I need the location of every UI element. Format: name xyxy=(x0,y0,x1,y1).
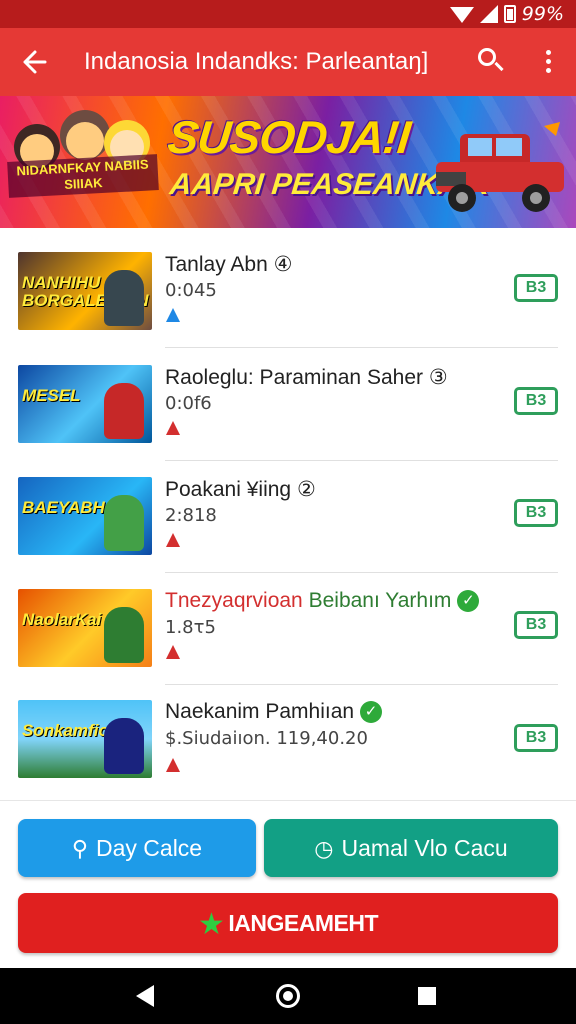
game-thumbnail: Sonkamfion xyxy=(18,700,152,778)
game-thumbnail: NaolarKai xyxy=(18,589,152,667)
battery-percent: 99% xyxy=(521,3,564,25)
day-calc-button[interactable]: ⚲ Day Calce xyxy=(18,819,256,877)
uamal-button[interactable]: ◷ Uamal Vlo Cacu xyxy=(264,819,558,877)
tag-icon xyxy=(166,533,180,547)
search-icon[interactable] xyxy=(474,44,510,80)
item-subtitle: $.Siudaiıon. 119,40.20 xyxy=(165,728,368,749)
page-title: Indanosia Indandks: Parleantaŋ] xyxy=(84,48,429,75)
list-item[interactable]: NaolarKai Tnezyaqrvioan Beibanı Yarhım ✓ … xyxy=(0,573,576,685)
item-badge[interactable]: B3 xyxy=(514,724,558,752)
tag-icon xyxy=(166,758,180,772)
item-badge[interactable]: B3 xyxy=(514,611,558,639)
wifi-icon xyxy=(449,7,474,23)
item-subtitle: 1.8τ5 xyxy=(165,617,216,638)
verified-check-icon: ✓ xyxy=(360,701,383,724)
back-arrow-icon[interactable] xyxy=(14,42,54,82)
list-item[interactable]: NANHIHU BORGALEARIN Tanlay Abn ④ 0:045 B… xyxy=(0,236,576,348)
item-subtitle: 0:045 xyxy=(165,280,217,301)
item-title: Tanlay Abn ④ xyxy=(165,253,293,276)
item-title: Raoleglu: Paraminan Saher ③ xyxy=(165,366,448,389)
item-badge[interactable]: B3 xyxy=(514,274,558,302)
star-icon: ★ xyxy=(197,908,225,941)
item-subtitle: 2:818 xyxy=(165,505,217,526)
battery-icon xyxy=(503,5,516,23)
item-title: Poakani ¥iing ② xyxy=(165,478,316,501)
system-nav-bar xyxy=(0,968,576,1024)
nav-home-icon[interactable] xyxy=(276,984,300,1008)
list-item[interactable]: BAEYABHOIN Poakani ¥iing ② 2:818 B3 xyxy=(0,461,576,573)
tag-icon xyxy=(166,645,180,659)
tag-icon xyxy=(166,308,180,322)
game-thumbnail: MESEL xyxy=(18,365,152,443)
user-icon: ⚲ xyxy=(71,836,88,861)
item-title: Naekanim Pamhiıan ✓ xyxy=(165,700,383,724)
app-bar: Indanosia Indandks: Parleantaŋ] xyxy=(0,28,576,96)
nav-back-icon[interactable] xyxy=(136,985,154,1007)
item-badge[interactable]: B3 xyxy=(514,387,558,415)
nav-recents-icon[interactable] xyxy=(418,987,436,1005)
car-image xyxy=(436,122,564,212)
game-thumbnail: BAEYABHOIN xyxy=(18,477,152,555)
main-action-button[interactable]: ★ IANGEAMEHT xyxy=(18,893,558,953)
clock-icon: ◷ xyxy=(314,836,334,861)
tag-icon xyxy=(166,421,180,435)
item-subtitle: 0:0f6 xyxy=(165,393,212,414)
banner-headline: SUSODJA!I xyxy=(165,111,413,163)
item-title: Tnezyaqrvioan Beibanı Yarhım ✓ xyxy=(165,589,480,613)
signal-icon xyxy=(479,5,498,23)
status-bar: 99% xyxy=(0,0,576,28)
verified-check-icon: ✓ xyxy=(457,590,480,613)
item-badge[interactable]: B3 xyxy=(514,499,558,527)
game-thumbnail: NANHIHU BORGALEARIN xyxy=(18,252,152,330)
list-item[interactable]: Sonkamfion Naekanim Pamhiıan ✓ $.Siudaiıo… xyxy=(0,686,576,798)
promo-banner[interactable]: NIDARNFKAY NABIIS SIIIAK SUSODJA!I AAPRI… xyxy=(0,96,576,228)
list-item[interactable]: MESEL Raoleglu: Paraminan Saher ③ 0:0f6 … xyxy=(0,349,576,461)
more-menu-icon[interactable] xyxy=(534,44,564,80)
